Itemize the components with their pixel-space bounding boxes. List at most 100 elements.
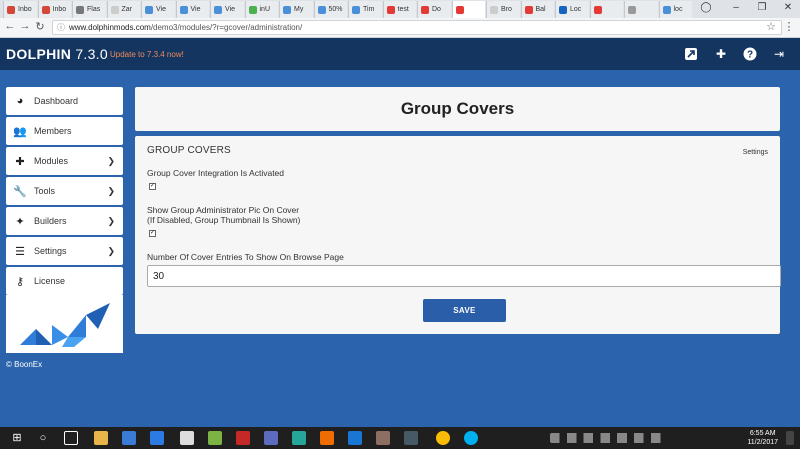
logout-icon[interactable]: ⇥ [772, 47, 786, 61]
browser-tab[interactable]: Flas [72, 1, 106, 18]
brand-name: DOLPHIN [6, 46, 72, 62]
tab-favicon-icon [352, 5, 360, 14]
admin-pic-checkbox[interactable]: ✓ [149, 230, 156, 237]
browser-tab[interactable]: My [279, 1, 313, 18]
browser-tab[interactable]: 50% [313, 1, 347, 18]
browser-tab[interactable]: Vie [175, 1, 209, 18]
user-icon[interactable]: ◯ [696, 2, 716, 13]
tab-label: Bro [501, 6, 512, 13]
tab-favicon-icon [76, 5, 84, 14]
clock-time: 6:55 AM [749, 430, 776, 437]
tab-favicon-icon [421, 5, 429, 14]
browser-tab[interactable]: test [382, 1, 416, 18]
reload-icon[interactable]: ↻ [33, 20, 47, 33]
help-icon[interactable]: ? [743, 47, 757, 61]
url-domain: www.dolphinmods.com [69, 23, 151, 32]
tab-favicon-icon [593, 5, 602, 14]
search-icon[interactable]: ○ [36, 431, 50, 445]
app-icon[interactable] [292, 431, 306, 445]
forward-icon[interactable]: → [18, 20, 32, 32]
browser-tab[interactable] [451, 1, 485, 18]
update-link[interactable]: Update to 7.3.4 now! [110, 50, 184, 59]
tab-favicon-icon [524, 5, 533, 14]
tab-favicon-icon [283, 5, 291, 14]
info-icon: ⓘ [57, 23, 65, 32]
count-input[interactable] [147, 265, 781, 287]
admin-pic-label-line1: Show Group Administrator Pic On Cover [147, 205, 300, 215]
integration-checkbox[interactable]: ✓ [149, 183, 156, 190]
chevron-down-icon[interactable]: ❯ [107, 186, 115, 197]
browser-tab[interactable] [624, 1, 658, 18]
file-explorer-icon[interactable] [94, 431, 108, 445]
chevron-down-icon[interactable]: ❯ [107, 216, 115, 227]
browser-tab[interactable]: Do [417, 1, 451, 18]
wrench-icon: 🔧 [13, 185, 27, 198]
chrome-icon[interactable] [436, 431, 450, 445]
svg-text:?: ? [747, 50, 753, 61]
app-icon[interactable] [376, 431, 390, 445]
store-icon[interactable] [122, 431, 136, 445]
sidebar-item-label: License [34, 276, 66, 286]
browser-tab[interactable]: Bro [486, 1, 520, 18]
settings-link[interactable]: Settings [743, 149, 768, 156]
sidebar-item-dashboard[interactable]: ◕ Dashboard [6, 87, 123, 115]
browser-tab[interactable]: Tim [348, 1, 382, 18]
tab-favicon-icon [110, 5, 119, 14]
browser-tab[interactable]: Inbo [37, 1, 71, 18]
sidebar-item-license[interactable]: ⚷ License [6, 267, 123, 295]
bookmark-star-icon[interactable]: ☆ [764, 20, 778, 33]
sidebar-item-builders[interactable]: ✦ Builders ❯ [6, 207, 123, 235]
brand-logo[interactable]: DOLPHIN 7.3.0 [6, 46, 108, 62]
browser-tab[interactable]: Zar [106, 1, 140, 18]
mail-icon[interactable] [180, 431, 194, 445]
tab-label: Bal [535, 6, 546, 13]
browser-address-bar: ← → ↻ ⓘ www.dolphinmods.com/demo3/module… [0, 18, 800, 38]
browser-tab[interactable]: loc [658, 1, 692, 18]
close-icon[interactable]: ✕ [778, 2, 798, 13]
sidebar-item-modules[interactable]: ✚ Modules ❯ [6, 147, 123, 175]
save-button[interactable]: SAVE [423, 299, 506, 322]
key-icon: ⚷ [15, 275, 25, 288]
page-title-panel: Group Covers [135, 87, 780, 131]
tab-label: Loc [570, 6, 582, 13]
skype-icon[interactable] [464, 431, 478, 445]
tab-label: Tim [363, 6, 375, 13]
app-icon[interactable] [404, 431, 418, 445]
browser-tab[interactable]: Bal [520, 1, 554, 18]
browser-tab[interactable] [589, 1, 623, 18]
menu-icon[interactable]: ⋮ [782, 20, 796, 33]
browser-tab[interactable]: Vie [210, 1, 244, 18]
tab-label: Vie [190, 6, 201, 13]
app-icon[interactable] [348, 431, 362, 445]
filezilla-icon[interactable] [236, 431, 250, 445]
minimize-icon[interactable]: – [726, 2, 746, 13]
sidebar-item-settings[interactable]: ☰ Settings ❯ [6, 237, 123, 265]
external-link-icon[interactable] [684, 47, 698, 61]
brand-version: 7.3.0 [75, 46, 108, 62]
url-field[interactable]: ⓘ www.dolphinmods.com/demo3/modules/?r=g… [52, 20, 782, 35]
users-icon: 👥 [13, 125, 27, 138]
chevron-down-icon[interactable]: ❯ [107, 246, 115, 257]
app-icon[interactable] [320, 431, 334, 445]
browser-tab[interactable]: Vie [141, 1, 175, 18]
notifications-icon[interactable] [786, 431, 794, 445]
sidebar-item-tools[interactable]: 🔧 Tools ❯ [6, 177, 123, 205]
puzzle-icon[interactable]: ✚ [714, 47, 728, 61]
app-icon[interactable] [264, 431, 278, 445]
clock-date: 11/2/2017 [747, 439, 778, 446]
taskbar-clock[interactable]: 6:55 AM 11/2/2017 [747, 429, 778, 447]
windows-start-icon[interactable]: ⊞ [10, 431, 24, 445]
browser-tab[interactable]: Loc [555, 1, 589, 18]
sidebar-item-label: Modules [34, 156, 69, 166]
magic-icon: ✦ [15, 215, 25, 228]
sidebar-item-members[interactable]: 👥 Members [6, 117, 123, 145]
task-view-icon[interactable] [64, 431, 78, 445]
chevron-down-icon[interactable]: ❯ [107, 156, 115, 167]
edge-icon[interactable] [150, 431, 164, 445]
maximize-icon[interactable]: ❐ [752, 2, 772, 13]
system-tray-icons[interactable] [550, 433, 670, 443]
browser-tab[interactable]: Inbo [3, 1, 37, 18]
app-icon[interactable] [208, 431, 222, 445]
back-icon[interactable]: ← [3, 20, 17, 32]
browser-tab[interactable]: inU [244, 1, 278, 18]
